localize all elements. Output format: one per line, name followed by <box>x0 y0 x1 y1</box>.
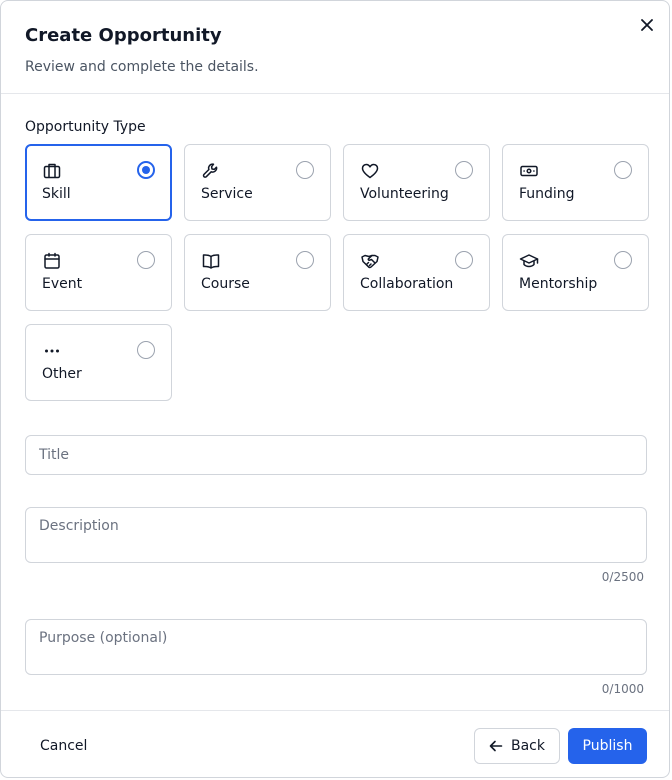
type-option-label: Funding <box>519 186 575 202</box>
back-button-label: Back <box>511 738 545 754</box>
ellipsis-icon <box>42 341 62 361</box>
type-radio-mentorship[interactable] <box>614 251 632 269</box>
type-option-label: Service <box>201 186 253 202</box>
close-button[interactable] <box>637 15 657 35</box>
type-option-label: Skill <box>42 186 71 202</box>
graduation-cap-icon <box>519 251 539 271</box>
heart-icon <box>360 161 380 181</box>
type-option-label: Volunteering <box>360 186 449 202</box>
calendar-icon <box>42 251 62 271</box>
description-textarea[interactable] <box>25 507 647 563</box>
purpose-char-counter: 0/1000 <box>601 682 644 696</box>
description-char-counter: 0/2500 <box>601 570 644 584</box>
opportunity-type-label: Opportunity Type <box>25 119 146 135</box>
back-button[interactable]: Back <box>474 728 560 764</box>
create-opportunity-dialog: Create Opportunity Review and complete t… <box>0 0 670 778</box>
close-icon <box>641 19 653 31</box>
type-radio-volunteering[interactable] <box>455 161 473 179</box>
briefcase-icon <box>42 161 62 181</box>
type-option-volunteering[interactable]: Volunteering <box>343 144 490 221</box>
type-radio-other[interactable] <box>137 341 155 359</box>
type-option-funding[interactable]: Funding <box>502 144 649 221</box>
type-radio-collaboration[interactable] <box>455 251 473 269</box>
type-option-mentorship[interactable]: Mentorship <box>502 234 649 311</box>
type-option-label: Event <box>42 276 83 292</box>
dialog-subtitle: Review and complete the details. <box>25 59 259 75</box>
type-radio-funding[interactable] <box>614 161 632 179</box>
type-option-event[interactable]: Event <box>25 234 172 311</box>
cancel-button[interactable]: Cancel <box>25 730 102 762</box>
publish-button[interactable]: Publish <box>568 728 647 764</box>
type-option-label: Mentorship <box>519 276 598 292</box>
banknote-icon <box>519 161 539 181</box>
title-input[interactable] <box>25 435 647 475</box>
opportunity-type-grid: Skill Service Volunteering Funding Event… <box>25 144 649 401</box>
type-option-service[interactable]: Service <box>184 144 331 221</box>
type-option-label: Other <box>42 366 82 382</box>
type-option-collaboration[interactable]: Collaboration <box>343 234 490 311</box>
type-option-course[interactable]: Course <box>184 234 331 311</box>
handshake-icon <box>360 251 380 271</box>
type-radio-event[interactable] <box>137 251 155 269</box>
type-radio-skill[interactable] <box>137 161 155 179</box>
purpose-textarea[interactable] <box>25 619 647 675</box>
type-option-other[interactable]: Other <box>25 324 172 401</box>
wrench-icon <box>201 161 221 181</box>
arrow-left-icon <box>489 740 503 752</box>
dialog-footer: Cancel Back Publish <box>1 710 669 777</box>
type-radio-service[interactable] <box>296 161 314 179</box>
type-option-label: Course <box>201 276 250 292</box>
type-option-label: Collaboration <box>360 276 454 292</box>
type-option-skill[interactable]: Skill <box>25 144 172 221</box>
book-open-icon <box>201 251 221 271</box>
dialog-title: Create Opportunity <box>25 25 222 46</box>
type-radio-course[interactable] <box>296 251 314 269</box>
dialog-header: Create Opportunity Review and complete t… <box>1 1 669 94</box>
